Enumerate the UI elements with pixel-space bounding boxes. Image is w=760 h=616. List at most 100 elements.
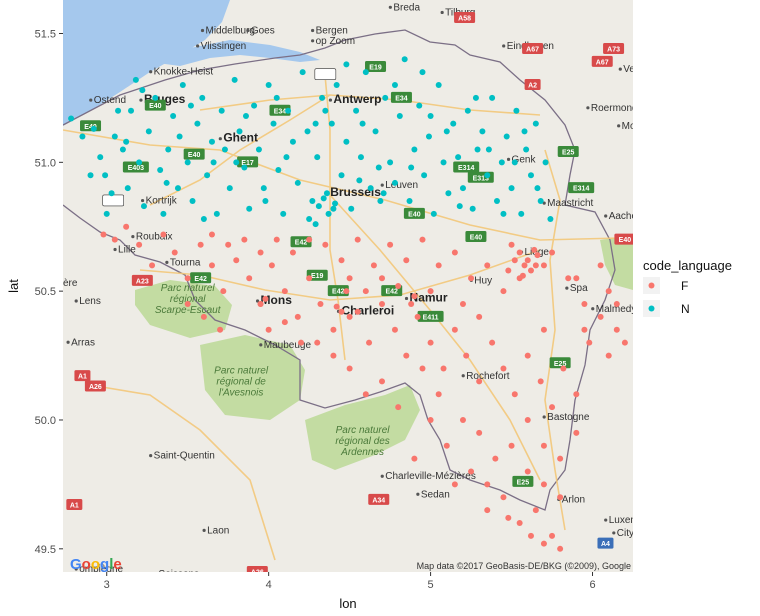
point-f [560, 365, 567, 372]
point-n [338, 172, 345, 179]
point-n [260, 185, 267, 192]
point-f [534, 252, 541, 259]
point-f [492, 455, 499, 462]
point-n [513, 107, 520, 114]
city-label: Luxembo [609, 515, 651, 526]
city-label: Maubeuge [264, 340, 312, 351]
point-f [208, 231, 215, 238]
point-f [197, 241, 204, 248]
point-f [281, 319, 288, 326]
google-logo: Google [70, 556, 122, 573]
point-f [289, 249, 296, 256]
city-marker [506, 157, 511, 161]
point-n [165, 146, 172, 153]
point-f [184, 301, 191, 308]
city-marker [196, 44, 200, 48]
point-f [419, 236, 426, 243]
point-n [464, 107, 471, 114]
point-f [330, 326, 337, 333]
point-f [511, 391, 518, 398]
road-shield-label: A26 [89, 384, 102, 391]
city-marker [586, 106, 590, 110]
city-marker [165, 260, 169, 264]
city-marker [604, 214, 608, 218]
point-f [273, 236, 280, 243]
city-label: Brussels [330, 185, 381, 199]
city-marker [328, 98, 333, 102]
point-n [265, 82, 272, 89]
city-label: Arras [71, 337, 95, 348]
point-n [391, 82, 398, 89]
city-label: Tourna [170, 257, 201, 268]
city-label: Kortrijk [146, 196, 178, 207]
point-f [549, 249, 556, 256]
point-n [359, 120, 366, 127]
point-n [246, 205, 253, 212]
point-n [527, 172, 534, 179]
point-n [493, 197, 500, 204]
point-n [283, 154, 290, 161]
point-f [597, 313, 604, 320]
point-n [124, 185, 131, 192]
point-n [343, 61, 350, 68]
city-label: Vlissingen [201, 41, 247, 52]
point-n [115, 107, 122, 114]
point-n [285, 107, 292, 114]
point-n [108, 190, 115, 197]
point-f [411, 293, 418, 300]
city-label: Venl [623, 64, 642, 75]
point-n [537, 197, 544, 204]
point-f [500, 365, 507, 372]
point-f [516, 249, 523, 256]
point-n [323, 190, 330, 197]
point-f [549, 532, 556, 539]
point-f [403, 352, 410, 359]
city-marker [502, 44, 506, 48]
city-label: Breda [393, 2, 420, 13]
point-f [330, 352, 337, 359]
point-n [208, 138, 215, 145]
point-n [421, 172, 428, 179]
google-logo-letter: o [91, 556, 100, 573]
point-f [233, 257, 240, 264]
y-axis-title: lat [6, 279, 21, 293]
point-f [508, 442, 515, 449]
point-n [459, 185, 466, 192]
point-f [294, 313, 301, 320]
point-f [160, 231, 167, 238]
point-n [251, 102, 258, 109]
x-axis-title: lon [339, 596, 356, 611]
city-marker [58, 281, 61, 284]
point-f [521, 262, 528, 269]
point-n [200, 216, 207, 223]
point-n [320, 195, 327, 202]
point-n [356, 177, 363, 184]
city-marker [591, 307, 595, 311]
point-n [357, 154, 364, 161]
road-shield-label: E42 [385, 289, 398, 296]
y-tick-label: 49.5 [35, 544, 56, 556]
point-n [450, 120, 457, 127]
point-n [304, 128, 311, 135]
point-f [573, 275, 580, 282]
point-f [586, 339, 593, 346]
city-label: Roermond [591, 103, 638, 114]
point-n [119, 146, 126, 153]
point-f [306, 236, 313, 243]
road-shield-label: E25 [517, 479, 530, 486]
road-shield-label: A12 [319, 72, 332, 79]
point-n [139, 87, 146, 94]
point-f [581, 301, 588, 308]
point-f [451, 481, 458, 488]
road-shield-label: E19 [311, 273, 324, 280]
point-n [322, 107, 329, 114]
point-n [372, 128, 379, 135]
point-n [136, 159, 143, 166]
point-f [262, 295, 269, 302]
point-n [406, 197, 413, 204]
city-marker [404, 296, 409, 301]
point-f [333, 303, 340, 310]
road-shield-label: E40 [149, 103, 162, 110]
point-n [218, 107, 225, 114]
point-f [354, 236, 361, 243]
